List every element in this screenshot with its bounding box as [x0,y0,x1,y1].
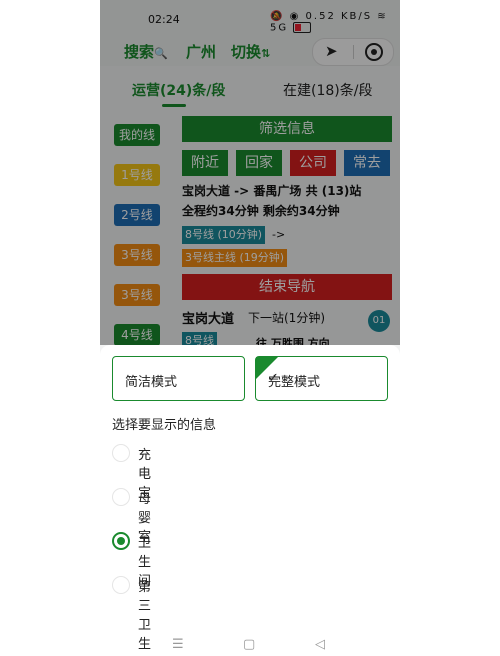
status-time: 02:24 [148,13,180,26]
phone-screen: 02:24 🔕 ◉ 0.52 KB/S ≋ 5G 搜索🔍 广州 切换⇅ ➤ 运营… [100,0,400,656]
menu-icon[interactable]: ☰ [172,637,184,652]
mini-program-capsule: ➤ [312,38,394,66]
line-item-2[interactable]: 2号线 [114,204,160,226]
radio-power-bank[interactable] [112,444,130,462]
close-target-icon[interactable] [365,43,383,61]
system-navigation-bar: ☰ ▢ ◁ [100,637,400,655]
quick-nearby[interactable]: 附近 [182,150,228,176]
switch-label: 切换 [231,43,262,61]
end-navigation-button[interactable]: 结束导航 [182,274,392,300]
route-duration: 全程约34分钟 剩余约34分钟 [182,204,340,218]
line-tabs: 运营(24)条/段 在建(18)条/段 [100,70,400,110]
home-icon[interactable]: ▢ [243,637,255,652]
quick-frequent[interactable]: 常去 [344,150,390,176]
line-chip-3: 3号线主线 (19分钟) [182,249,288,267]
line-item-mine[interactable]: 我的线 [114,124,160,146]
route-summary: 宝岗大道 -> 番禺广场 共 (13)站 [182,184,362,198]
switch-button[interactable]: 切换⇅ [231,41,270,62]
line-item-3b[interactable]: 3号线 [114,284,160,306]
tab-underline [162,104,186,107]
quick-home[interactable]: 回家 [236,150,282,176]
mode-full-button[interactable]: ✓ 完整模式 [255,356,388,401]
radio-restroom[interactable] [112,532,130,550]
mode-simple-button[interactable]: 简洁模式 [112,356,245,401]
battery-icon [293,22,312,33]
mode-simple-label: 简洁模式 [125,375,178,390]
tab-under-construction[interactable]: 在建(18)条/段 [283,80,372,100]
top-nav: 搜索🔍 广州 切换⇅ ➤ [100,36,400,66]
location-arrow-icon[interactable]: ➤ [325,42,338,60]
line-item-4[interactable]: 4号线 [114,324,160,346]
current-station: 宝岗大道 [182,312,235,327]
route-arrow: -> [272,228,286,241]
back-icon[interactable]: ◁ [315,637,325,652]
search-button[interactable]: 搜索🔍 [124,41,168,62]
line-item-1[interactable]: 1号线 [114,164,160,186]
line-chip-8: 8号线 (10分钟) [182,226,266,244]
search-icon: 🔍 [154,47,168,60]
tab-operating[interactable]: 运营(24)条/段 [132,80,225,100]
status-icons-text: 🔕 ◉ 0.52 KB/S ≋ 5G [270,11,388,34]
next-stop: 下一站(1分钟) [248,311,325,325]
switch-icon: ⇅ [261,47,271,60]
display-settings-sheet: 简洁模式 ✓ 完整模式 选择要显示的信息 充电宝 母婴室 卫生间 第三卫生间 [100,345,400,656]
section-label: 选择要显示的信息 [112,418,217,433]
station-badge: 01 [368,310,390,332]
quick-company[interactable]: 公司 [290,150,336,176]
search-label: 搜索 [124,43,155,61]
radio-nursing-room[interactable] [112,488,130,506]
city-label[interactable]: 广州 [186,41,216,62]
mode-full-label: 完整模式 [268,375,321,390]
status-icons: 🔕 ◉ 0.52 KB/S ≋ 5G [270,11,400,34]
radio-third-restroom[interactable] [112,576,130,594]
status-bar: 02:24 🔕 ◉ 0.52 KB/S ≋ 5G [100,0,400,36]
line-item-3[interactable]: 3号线 [114,244,160,266]
filter-button[interactable]: 筛选信息 [182,116,392,142]
